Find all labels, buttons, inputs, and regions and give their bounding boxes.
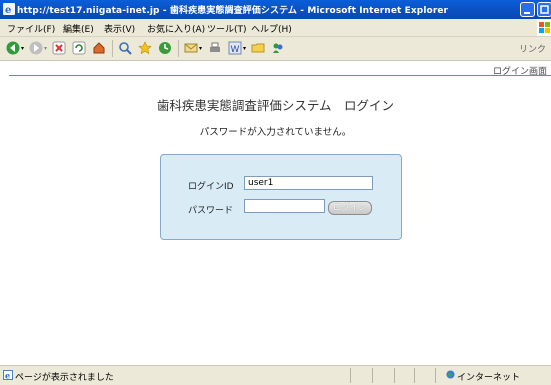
window-title: http://test17.niigata-inet.jp - 歯科疾患実態調査… <box>17 6 449 16</box>
print-icon[interactable] <box>208 41 222 55</box>
menu-file[interactable]: ファイル(F) <box>7 22 55 35</box>
svg-text:e: e <box>5 371 10 381</box>
status-text: ページが表示されました <box>15 373 114 383</box>
internet-explorer-icon: e <box>3 3 15 15</box>
login-id-label: ログインID <box>188 182 234 192</box>
security-zone-text: インターネット <box>457 373 521 383</box>
page-content: ログイン画面 歯科疾患実態調査評価システム ログイン パスワードが入力されていま… <box>0 61 551 365</box>
page-title: 歯科疾患実態調査評価システム ログイン <box>156 98 395 113</box>
messenger-icon[interactable] <box>271 41 285 55</box>
menu-tools[interactable]: ツール(T) <box>207 22 247 35</box>
svg-text:W: W <box>231 45 240 55</box>
mail-dropdown-icon[interactable]: ▾ <box>199 45 202 52</box>
login-id-input[interactable] <box>244 176 373 190</box>
history-icon[interactable] <box>158 41 172 55</box>
login-button[interactable]: ログイン <box>328 201 372 215</box>
minimize-icon <box>524 12 530 14</box>
svg-text:e: e <box>5 5 11 15</box>
menu-help[interactable]: ヘルプ(H) <box>251 22 292 35</box>
home-icon[interactable] <box>92 41 106 55</box>
windows-flag-icon <box>537 19 551 36</box>
folder-icon[interactable] <box>251 41 265 55</box>
word-icon[interactable]: W <box>228 41 242 55</box>
forward-icon[interactable] <box>29 41 43 55</box>
mail-icon[interactable] <box>184 41 198 55</box>
menu-bar: ファイル(F) 編集(E) 表示(V) お気に入り(A) ツール(T) ヘルプ(… <box>0 19 551 37</box>
login-form-panel <box>160 154 402 240</box>
edit-dropdown-icon[interactable]: ▾ <box>243 45 246 52</box>
search-icon[interactable] <box>118 41 132 55</box>
stop-icon[interactable] <box>52 41 66 55</box>
password-label: パスワード <box>188 206 234 216</box>
favorites-icon[interactable] <box>138 41 152 55</box>
maximize-button[interactable] <box>537 2 551 17</box>
refresh-icon[interactable] <box>72 41 86 55</box>
password-input[interactable] <box>244 199 325 213</box>
back-icon[interactable] <box>6 41 20 55</box>
internet-zone-icon <box>446 370 455 379</box>
page-icon: e <box>3 370 13 380</box>
window-titlebar: e http://test17.niigata-inet.jp - 歯科疾患実態… <box>0 0 551 19</box>
header-divider <box>9 75 551 76</box>
forward-dropdown-icon[interactable]: ▾ <box>44 45 47 52</box>
minimize-button[interactable] <box>520 2 535 17</box>
menu-view[interactable]: 表示(V) <box>104 22 135 35</box>
maximize-icon <box>540 5 549 14</box>
links-label[interactable]: リンク <box>519 42 546 55</box>
toolbar: ▾ ▾ ▾ W ▾ リンク <box>0 37 551 61</box>
status-bar: e ページが表示されました インターネット <box>0 365 551 385</box>
error-message: パスワードが入力されていません。 <box>199 127 352 138</box>
menu-favorites[interactable]: お気に入り(A) <box>147 22 205 35</box>
menu-edit[interactable]: 編集(E) <box>63 22 94 35</box>
back-dropdown-icon[interactable]: ▾ <box>21 45 24 52</box>
